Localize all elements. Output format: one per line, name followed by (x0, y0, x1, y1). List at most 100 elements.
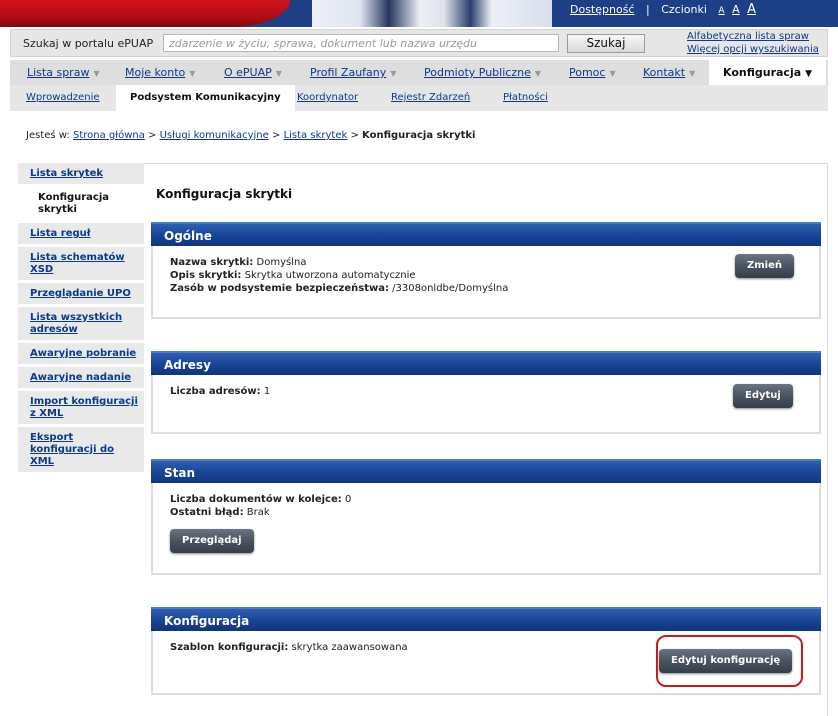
main-content: Konfiguracja skrytki Ogólne Nazwa skrytk… (144, 163, 828, 716)
breadcrumb-separator: > (148, 130, 157, 141)
utility-separator: | (645, 3, 650, 16)
nav-label: Kontakt (643, 66, 686, 79)
breadcrumb-separator: > (350, 130, 359, 141)
browse-button[interactable]: Przeglądaj (170, 529, 254, 553)
breadcrumb-home[interactable]: Strona główna (73, 130, 145, 141)
nav-podmioty-publiczne[interactable]: Podmioty Publiczne ▼ (424, 60, 541, 85)
font-size-large-link[interactable]: A (747, 2, 756, 17)
sidebar-item-awaryjne-pobranie[interactable]: Awaryjne pobranie (18, 343, 144, 367)
panel-addresses-body: Liczba adresów: 1 Edytuj (151, 375, 821, 434)
nav-pomoc[interactable]: Pomoc ▼ (569, 60, 616, 85)
mailbox-resource-value: /3308onldbe/Domyślna (392, 283, 509, 294)
nav-label: Moje konto (125, 66, 186, 79)
sidebar: Lista skrytek Konfiguracja skrytki Lista… (18, 163, 144, 475)
breadcrumb-separator: > (272, 130, 281, 141)
page-title: Konfiguracja skrytki (156, 187, 293, 201)
mailbox-resource-row: Zasób w podsystemie bezpieczeństwa: /330… (170, 282, 802, 295)
chevron-down-icon: ▼ (275, 69, 282, 78)
queue-count-label: Liczba dokumentów w kolejce: (170, 494, 342, 505)
mailbox-resource-label: Zasób w podsystemie bezpieczeństwa: (170, 283, 389, 294)
sidebar-item-import-xml[interactable]: Import konfiguracji z XML (18, 391, 144, 427)
config-template-label: Szablon konfiguracji: (170, 642, 289, 653)
search-button[interactable]: Szukaj (567, 34, 645, 53)
fonts-label: Czcionki (661, 3, 707, 16)
chevron-down-icon: ▼ (609, 69, 616, 78)
queue-count-value: 0 (344, 494, 352, 505)
last-error-row: Ostatni błąd: Brak (170, 506, 802, 519)
panel-general-body: Nazwa skrytki: Domyślna Opis skrytki: Sk… (151, 246, 821, 319)
sub-navigation: Wprowadzenie Podsystem Komunikacyjny Koo… (10, 85, 828, 111)
address-count-value: 1 (263, 386, 271, 397)
nav-kontakt[interactable]: Kontakt ▼ (643, 60, 695, 85)
chevron-down-icon: ▼ (390, 69, 397, 78)
panel-general-header: Ogólne (151, 222, 821, 246)
sidebar-item-lista-regul[interactable]: Lista reguł (18, 223, 144, 247)
chevron-down-icon: ▼ (805, 69, 813, 79)
nav-konfiguracja[interactable]: Konfiguracja ▼ (709, 60, 827, 85)
sidebar-item-lista-adresow[interactable]: Lista wszystkich adresów (18, 307, 144, 343)
panel-config-header: Konfiguracja (151, 607, 821, 631)
nav-label: Profil Zaufany (310, 66, 387, 79)
breadcrumb-prefix: Jesteś w: (26, 130, 70, 141)
subnav-rejestr-zdarzen[interactable]: Rejestr Zdarzeń (391, 85, 470, 111)
nav-label: Konfiguracja (723, 66, 802, 79)
change-button[interactable]: Zmień (735, 254, 794, 278)
mailbox-desc-row: Opis skrytki: Skrytka utworzona automaty… (170, 269, 802, 282)
nav-moje-konto[interactable]: Moje konto ▼ (125, 60, 195, 85)
font-size-medium-link[interactable]: A (732, 3, 740, 16)
sidebar-item-przegladanie-upo[interactable]: Przeglądanie UPO (18, 283, 144, 307)
panel-addresses: Adresy Liczba adresów: 1 Edytuj (151, 351, 821, 434)
alphabetical-list-link[interactable]: Alfabetyczna lista spraw (687, 30, 819, 43)
nav-lista-spraw[interactable]: Lista spraw ▼ (27, 60, 100, 85)
breadcrumb-current: Konfiguracja skrytki (362, 130, 476, 141)
mailbox-name-label: Nazwa skrytki: (170, 257, 254, 268)
nav-profil-zaufany[interactable]: Profil Zaufany ▼ (310, 60, 396, 85)
panel-state-header: Stan (151, 459, 821, 483)
breadcrumb-services[interactable]: Usługi komunikacyjne (160, 130, 269, 141)
mailbox-desc-label: Opis skrytki: (170, 270, 242, 281)
font-size-small-link[interactable]: A (718, 6, 724, 16)
nav-label: Podmioty Publiczne (424, 66, 531, 79)
main-navigation: Lista spraw ▼ Moje konto ▼ O ePUAP ▼ Profil… (10, 60, 828, 85)
breadcrumb-mailbox-list[interactable]: Lista skrytek (284, 130, 348, 141)
address-count-row: Liczba adresów: 1 (170, 385, 802, 398)
search-label: Szukaj w portalu ePUAP (23, 37, 154, 50)
address-count-label: Liczba adresów: (170, 386, 261, 397)
sidebar-item-eksport-xml[interactable]: Eksport konfiguracji do XML (18, 427, 144, 475)
breadcrumb: Jesteś w: Strona główna > Usługi komunik… (26, 130, 475, 141)
more-search-options-link[interactable]: Więcej opcji wyszukiwania (687, 43, 819, 56)
sidebar-item-lista-schematow-xsd[interactable]: Lista schematów XSD (18, 247, 144, 283)
edit-addresses-button[interactable]: Edytuj (733, 384, 793, 408)
banner-photo (312, 0, 552, 27)
subnav-koordynator[interactable]: Koordynator (297, 85, 358, 111)
top-banner: Dostępność | Czcionki A A A (0, 0, 838, 27)
mailbox-desc-value: Skrytka utworzona automatycznie (244, 270, 416, 281)
last-error-value: Brak (246, 507, 270, 518)
mailbox-name-row: Nazwa skrytki: Domyślna (170, 256, 802, 269)
nav-label: O ePUAP (224, 66, 272, 79)
config-template-value: skrytka zaawansowana (291, 642, 408, 653)
nav-label: Pomoc (569, 66, 606, 79)
mailbox-name-value: Domyślna (256, 257, 307, 268)
search-links: Alfabetyczna lista spraw Więcej opcji wy… (687, 30, 819, 56)
search-input[interactable] (163, 34, 559, 52)
chevron-down-icon: ▼ (534, 69, 541, 78)
panel-config-body: Szablon konfiguracji: skrytka zaawansowa… (151, 631, 821, 695)
utility-bar: Dostępność | Czcionki A A A (570, 2, 756, 17)
banner-logo-area (0, 0, 290, 27)
chevron-down-icon: ▼ (93, 69, 100, 78)
sidebar-item-awaryjne-nadanie[interactable]: Awaryjne nadanie (18, 367, 144, 391)
subnav-podsystem-komunikacyjny[interactable]: Podsystem Komunikacyjny (116, 85, 295, 111)
sidebar-item-lista-skrytek[interactable]: Lista skrytek (18, 163, 144, 187)
nav-o-epuap[interactable]: O ePUAP ▼ (224, 60, 282, 85)
chevron-down-icon: ▼ (189, 69, 196, 78)
accessibility-link[interactable]: Dostępność (570, 3, 634, 16)
subnav-wprowadzenie[interactable]: Wprowadzenie (26, 85, 100, 111)
search-bar: Szukaj w portalu ePUAP Szukaj Alfabetycz… (10, 29, 828, 57)
panel-state-body: Liczba dokumentów w kolejce: 0 Ostatni b… (151, 483, 821, 575)
edit-configuration-button[interactable]: Edytuj konfigurację (659, 649, 793, 673)
chevron-down-icon: ▼ (689, 69, 696, 78)
sidebar-item-konfiguracja-skrytki: Konfiguracja skrytki (18, 187, 144, 223)
subnav-platnosci[interactable]: Płatności (503, 85, 548, 111)
nav-label: Lista spraw (27, 66, 90, 79)
